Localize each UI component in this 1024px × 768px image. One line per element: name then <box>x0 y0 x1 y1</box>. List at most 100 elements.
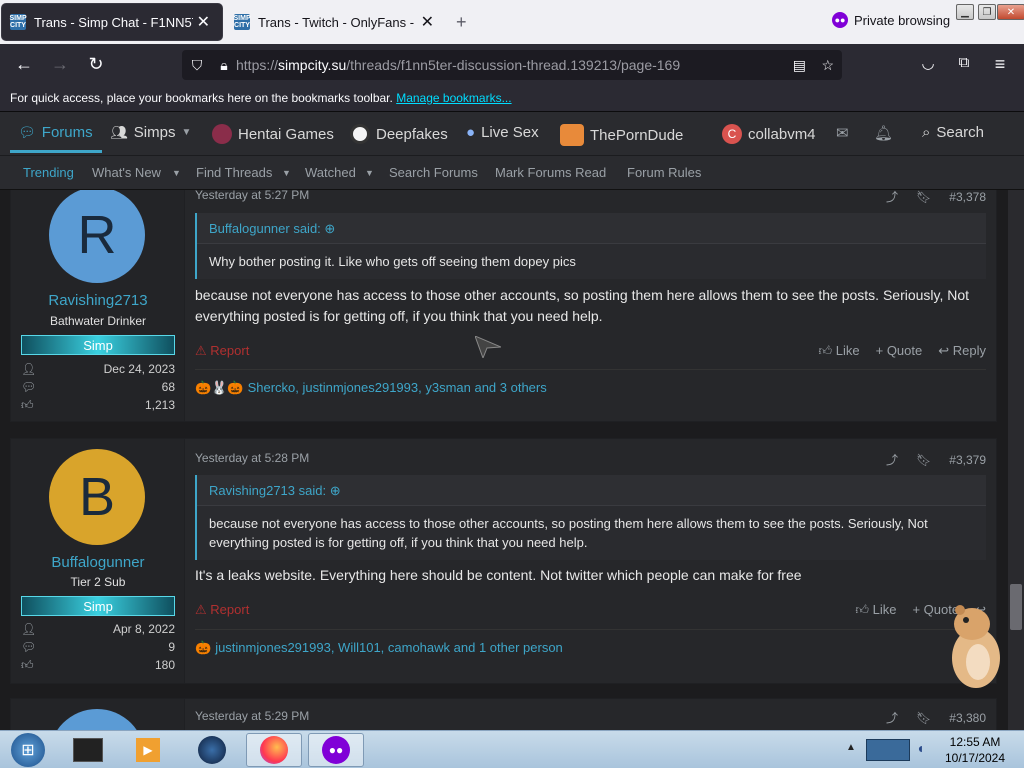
chevron-down-icon[interactable]: ▼ <box>282 168 291 178</box>
bookmark-star-icon[interactable]: ☆ <box>821 57 834 74</box>
dude-icon <box>560 124 584 146</box>
quote-author[interactable]: Ravishing2713 said: ⊕ <box>197 475 986 505</box>
subnav-search-forums[interactable]: Search Forums <box>389 165 478 180</box>
private-mask-icon: ●● <box>832 12 848 28</box>
bell-icon[interactable]: 🔔︎ <box>874 124 893 142</box>
subnav-trending[interactable]: Trending <box>23 165 74 180</box>
post-number[interactable]: #3,380 <box>949 711 986 725</box>
tab-twitch[interactable]: SIMP CITY Trans - Twitch - OnlyFans - F1… <box>226 4 446 40</box>
inbox-icon[interactable]: ✉︎ <box>836 124 849 142</box>
post-meta: ⤴ 🔖︎ #3,380 <box>886 709 986 726</box>
close-window-button[interactable]: ✕ <box>997 4 1024 20</box>
username[interactable]: Ravishing2713 <box>11 292 185 309</box>
start-button[interactable]: ⊞ <box>0 733 56 767</box>
user-title: Bathwater Drinker <box>49 314 147 328</box>
bookmark-icon[interactable]: 🔖︎ <box>916 190 931 204</box>
arrow-up-circle-icon[interactable]: ⊕ <box>324 221 335 236</box>
taskbar-app-firefox-private[interactable]: ●● <box>308 733 364 767</box>
tray-volume-icon[interactable]: ◖ <box>916 740 924 756</box>
post-date[interactable]: Yesterday at 5:27 PM <box>195 190 309 202</box>
post-date[interactable]: Yesterday at 5:28 PM <box>195 451 309 465</box>
share-icon[interactable]: ⤴ <box>886 190 898 205</box>
tray-network-icon[interactable] <box>866 739 910 761</box>
like-button[interactable]: 👍︎ Like <box>855 602 896 618</box>
subnav-mark-read[interactable]: Mark Forums Read <box>495 165 606 180</box>
avatar[interactable]: B <box>49 449 145 545</box>
chevron-down-icon[interactable]: ▼ <box>365 168 374 178</box>
taskbar-app-globe[interactable] <box>184 733 240 767</box>
subnav-whats-new[interactable]: What's New <box>92 165 161 180</box>
arrow-up-circle-icon[interactable]: ⊕ <box>330 483 341 498</box>
report-button[interactable]: ⚠ Report <box>195 602 249 618</box>
nav-user-account[interactable]: Ccollabvm4 <box>722 124 816 144</box>
taskbar-app-media[interactable]: ▶ <box>120 733 176 767</box>
avatar[interactable] <box>49 709 145 730</box>
stat-joined: 👤︎ Apr 8, 2022 <box>21 622 175 636</box>
thumbs-up-icon: 👍︎ <box>21 658 34 672</box>
minimize-button[interactable]: ▁ <box>956 4 974 20</box>
post-main: Yesterday at 5:28 PM ⤴ 🔖︎ #3,379 Ravishi… <box>195 439 986 685</box>
tray-expand-icon[interactable]: ▲ <box>846 742 856 753</box>
post-number[interactable]: #3,379 <box>949 453 986 467</box>
maximize-button[interactable]: ❐ <box>978 4 996 20</box>
nav-search[interactable]: ⌕ Search <box>922 124 984 141</box>
page-scrollbar[interactable] <box>1008 190 1024 730</box>
sub-navigation: Trending What's New ▼ Find Threads ▼ Wat… <box>0 156 1024 190</box>
quote-button[interactable]: + Quote <box>876 343 923 359</box>
quote-block: Ravishing2713 said: ⊕ because not everyo… <box>195 475 986 560</box>
lock-icon[interactable]: 🔒︎ <box>212 57 236 74</box>
nav-theporndude[interactable]: ThePornDude <box>560 124 683 146</box>
post-number[interactable]: #3,378 <box>949 190 986 204</box>
reply-button[interactable]: ↩ Reply <box>938 343 986 359</box>
url-host: simpcity.su <box>278 57 347 73</box>
tracking-shield-icon[interactable]: ⛉ <box>182 57 212 74</box>
taskbar-app-terminal[interactable] <box>60 733 116 767</box>
taskbar-app-firefox[interactable] <box>246 733 302 767</box>
reactions-bar[interactable]: 🎃 justinmjones291993, Will101, camohawk a… <box>195 629 986 656</box>
subnav-forum-rules[interactable]: Forum Rules <box>627 165 701 180</box>
back-icon[interactable]: ← <box>13 54 35 75</box>
site-header: 💬︎ Forums 👥︎ Simps ▼ Hentai Games Deepfakes… <box>0 112 1024 156</box>
url-bar[interactable]: ⛉ 🔒︎ https://simpcity.su/threads/f1nn5te… <box>182 50 842 80</box>
url-path: /threads/f1nn5ter-discussion-thread.1392… <box>346 57 681 73</box>
close-tab-icon[interactable]: ✕ <box>417 12 438 32</box>
subnav-watched[interactable]: Watched <box>305 165 356 180</box>
mouse-cursor-icon <box>474 335 502 363</box>
bookmark-icon[interactable]: 🔖︎ <box>916 711 931 725</box>
close-tab-icon[interactable]: ✕ <box>193 12 214 32</box>
windows-taskbar: ⊞ ▶ ●● ▲ ◖ 12:55 AM 10/17/2024 <box>0 730 1024 768</box>
chevron-down-icon[interactable]: ▼ <box>172 168 181 178</box>
tab-simp-chat[interactable]: SIMP CITY Trans - Simp Chat - F1NN5TER ✕ <box>2 4 222 40</box>
message-icon: 💬︎ <box>21 380 37 394</box>
subnav-find-threads[interactable]: Find Threads <box>196 165 272 180</box>
post-date[interactable]: Yesterday at 5:29 PM <box>195 709 309 723</box>
extensions-icon[interactable]: ⧉ <box>953 54 975 71</box>
pocket-icon[interactable]: ◡ <box>917 54 939 72</box>
share-icon[interactable]: ⤴ <box>886 451 898 468</box>
reload-icon[interactable]: ↻ <box>85 54 107 75</box>
user-sidebar: R Ravishing2713 Bathwater Drinker Simp 👤… <box>11 190 185 421</box>
menu-icon[interactable]: ≡ <box>989 54 1011 75</box>
username[interactable]: Buffalogunner <box>11 554 185 571</box>
nav-simps[interactable]: 👥︎ Simps ▼ <box>110 124 191 141</box>
like-button[interactable]: 👍︎ Like <box>819 343 860 359</box>
share-icon[interactable]: ⤴ <box>886 709 898 726</box>
nav-forums[interactable]: 💬︎ Forums <box>18 124 93 141</box>
forward-icon[interactable]: → <box>49 54 71 75</box>
post-body: It's a leaks website. Everything here sh… <box>195 567 802 583</box>
new-tab-button[interactable]: + <box>456 12 467 33</box>
scrollbar-thumb[interactable] <box>1010 584 1022 630</box>
reaction-emoji-icons: 🎃 <box>195 640 212 655</box>
nav-hentai-games[interactable]: Hentai Games <box>212 124 334 144</box>
manage-bookmarks-link[interactable]: Manage bookmarks... <box>396 91 511 105</box>
reactions-bar[interactable]: 🎃🐰🎃 Shercko, justinmjones291993, y3sman a… <box>195 369 986 396</box>
report-button[interactable]: ⚠ Report <box>195 343 249 359</box>
nav-deepfakes[interactable]: Deepfakes <box>350 124 448 144</box>
windows-logo-icon: ⊞ <box>11 733 45 767</box>
quote-author[interactable]: Buffalogunner said: ⊕ <box>197 213 986 243</box>
system-clock[interactable]: 12:55 AM 10/17/2024 <box>940 734 1010 766</box>
nav-live-sex[interactable]: ● Live Sex <box>466 124 539 141</box>
bookmark-icon[interactable]: 🔖︎ <box>916 453 931 467</box>
reader-view-icon[interactable]: ▤ <box>793 57 806 74</box>
avatar[interactable]: R <box>49 190 145 283</box>
